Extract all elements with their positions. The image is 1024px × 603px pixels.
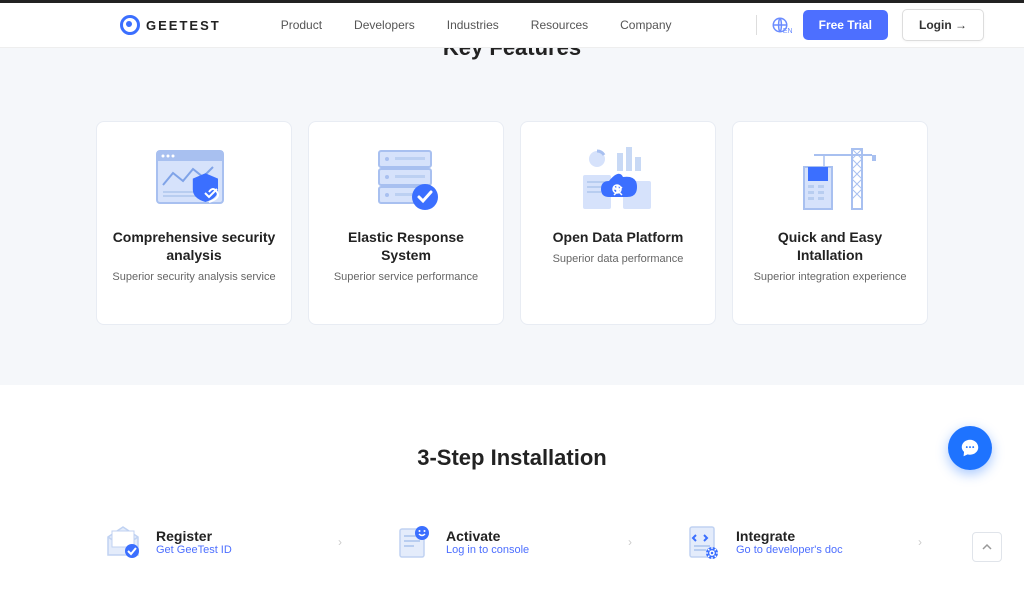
feature-card-install: Quick and Easy Intallation Superior inte… [732,121,928,325]
login-button[interactable]: Login → [902,9,984,41]
nav-resources[interactable]: Resources [531,18,588,32]
nav-items: Product Developers Industries Resources … [281,18,672,32]
feature-desc: Superior integration experience [754,270,907,285]
step-desc: Get GeeTest ID [156,544,326,556]
feature-title: Open Data Platform [553,228,684,246]
nav-right: Free Trial Login → [756,9,984,41]
feature-title: Elastic Response System [323,228,489,264]
feature-card-elastic: Elastic Response System Superior service… [308,121,504,325]
envelope-icon [102,521,144,563]
chevron-right-icon: › [918,535,922,549]
feature-cards: Comprehensive security analysis Superior… [0,66,1024,325]
step-title: Register [156,528,326,544]
document-smile-icon [392,521,434,563]
server-stack-icon [356,140,456,220]
logo-icon [120,15,140,35]
features-heading: Key Features [0,48,1024,66]
step-desc: Log in to console [446,544,616,556]
crane-construction-icon [780,140,880,220]
step-activate[interactable]: Activate Log in to console › [392,521,632,563]
feature-desc: Superior data performance [553,252,684,267]
chevron-right-icon: › [628,535,632,549]
cloud-data-icon [568,140,668,220]
step-desc: Go to developer's doc [736,544,906,556]
step-register[interactable]: Register Get GeeTest ID › [102,521,342,563]
feature-desc: Superior service performance [334,270,478,285]
chat-button[interactable] [948,426,992,470]
feature-desc: Superior security analysis service [112,270,275,285]
nav-product[interactable]: Product [281,18,322,32]
step-title: Integrate [736,528,906,544]
free-trial-button[interactable]: Free Trial [803,10,888,40]
analytics-dashboard-icon [144,140,244,220]
install-heading: 3-Step Installation [0,445,1024,471]
features-section: Key Features Comprehensive security anal… [0,48,1024,385]
nav-developers[interactable]: Developers [354,18,415,32]
step-text: Activate Log in to console [446,528,616,556]
step-text: Integrate Go to developer's doc [736,528,906,556]
feature-title: Quick and Easy Intallation [747,228,913,264]
document-gear-icon [682,521,724,563]
logo-text: GEETEST [146,18,221,33]
main-nav: GEETEST Product Developers Industries Re… [0,3,1024,48]
feature-card-data: Open Data Platform Superior data perform… [520,121,716,325]
language-icon[interactable] [771,16,789,34]
install-steps: Register Get GeeTest ID › Activate L [0,521,1024,563]
step-title: Activate [446,528,616,544]
nav-divider [756,15,757,35]
step-text: Register Get GeeTest ID [156,528,326,556]
nav-company[interactable]: Company [620,18,671,32]
logo[interactable]: GEETEST [120,15,221,35]
scroll-top-button[interactable] [972,532,1002,562]
install-section: 3-Step Installation Register Get GeeTest… [0,385,1024,603]
step-integrate[interactable]: Integrate Go to developer's doc › [682,521,922,563]
nav-industries[interactable]: Industries [447,18,499,32]
chevron-right-icon: › [338,535,342,549]
feature-card-security: Comprehensive security analysis Superior… [96,121,292,325]
feature-title: Comprehensive security analysis [111,228,277,264]
